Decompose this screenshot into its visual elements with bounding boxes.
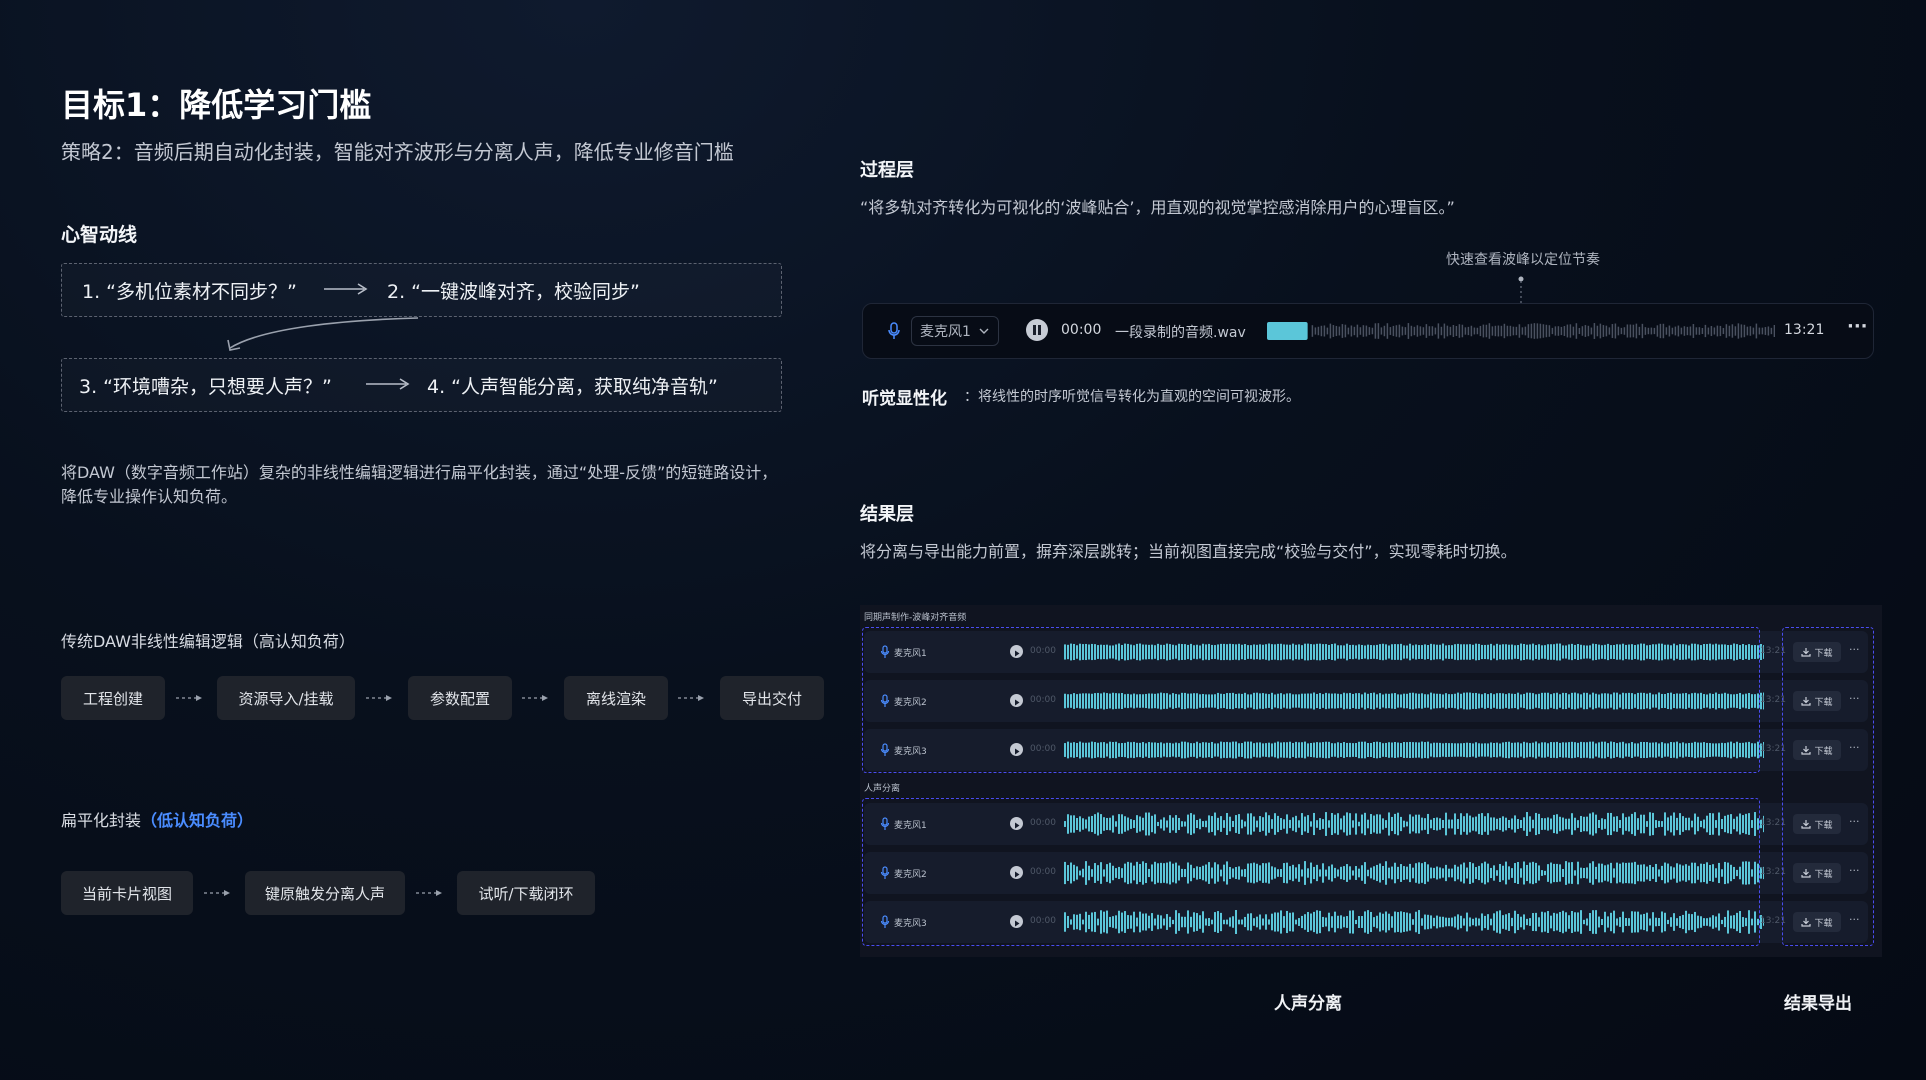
result-layer-desc: 将分离与导出能力前置，摒弃深层跳转；当前视图直接完成“校验与交付”，实现零耗时切…: [860, 542, 1517, 561]
player-filename: 一段录制的音频.wav: [1115, 325, 1246, 341]
flat-heading-text: 扁平化封装: [61, 811, 142, 830]
flat-step-2: 键原触发分离人声: [245, 871, 405, 915]
trad-step-1: 工程创建: [61, 676, 165, 720]
audio-visualization-label: 听觉显性化: [862, 389, 947, 409]
flow-arrow-2: [366, 378, 410, 390]
flat-arrow-1: [204, 890, 230, 896]
process-layer-heading: 过程层: [860, 160, 914, 181]
trad-step-5: 导出交付: [720, 676, 824, 720]
player-annotation: 快速查看波峰以定位节奏: [1446, 252, 1600, 268]
mic-select-value: 麦克风1: [920, 324, 971, 340]
mental-flow-heading: 心智动线: [61, 224, 138, 246]
trad-step-2: 资源导入/挂载: [217, 676, 355, 720]
separated-group-highlight: [862, 798, 1760, 946]
flat-step-3: 试听/下载闭环: [457, 871, 595, 915]
audio-visualization-desc: ：将线性的时序听觉信号转化为直观的空间可视波形。: [964, 389, 1300, 405]
mic-select[interactable]: 麦克风1: [911, 316, 999, 346]
tracks-panel: 同期声制作-波峰对齐音频 人声分离 麦克风1 00:00 13:21 下载 ··· 麦克风…: [860, 605, 1882, 957]
export-column-highlight: [1782, 627, 1874, 946]
microphone-icon: [888, 322, 900, 339]
separated-group-label: 人声分离: [864, 784, 901, 794]
flat-heading: 扁平化封装（低认知负荷）: [61, 807, 253, 831]
player-more-button[interactable]: ···: [1847, 316, 1868, 337]
aligned-group-highlight: [862, 627, 1760, 773]
trad-arrow-4: [678, 695, 704, 701]
result-layer-heading: 结果层: [860, 504, 914, 525]
audio-player: 麦克风1 00:00 一段录制的音频.wav 13:21 ···: [862, 303, 1874, 359]
trad-arrow-3: [522, 695, 548, 701]
separation-footer-label: 人声分离: [1274, 994, 1342, 1014]
process-layer-quote: “将多轨对齐转化为可视化的‘波峰贴合’，用直观的视觉掌控感消除用户的心理盲区。”: [860, 198, 1455, 217]
chevron-down-icon: [979, 328, 989, 334]
trad-arrow-2: [366, 695, 392, 701]
description-line-2: 降低专业操作认知负荷。: [61, 487, 238, 506]
page-title: 目标1：降低学习门槛: [61, 86, 372, 124]
flow-answer-2: 2. “一键波峰对齐，校验同步”: [387, 281, 640, 303]
flat-arrow-2: [416, 890, 442, 896]
player-current-time: 00:00: [1061, 322, 1102, 338]
pause-button[interactable]: [1026, 319, 1048, 341]
trad-step-4: 离线渲染: [564, 676, 668, 720]
flat-heading-highlight: （低认知负荷）: [141, 811, 254, 830]
description-line-1: 将DAW（数字音频工作站）复杂的非线性编辑逻辑进行扁平化封装，通过“处理-反馈”…: [61, 463, 778, 482]
export-footer-label: 结果导出: [1784, 994, 1852, 1014]
trad-step-3: 参数配置: [408, 676, 512, 720]
flow-arrow-1: [324, 283, 368, 295]
flow-curve-arrow: [227, 317, 419, 351]
flat-step-1: 当前卡片视图: [61, 871, 193, 915]
flow-question-1: 1. “多机位素材不同步？”: [82, 281, 297, 303]
aligned-group-label: 同期声制作-波峰对齐音频: [864, 613, 967, 623]
player-duration: 13:21: [1784, 322, 1825, 338]
player-waveform[interactable]: [1267, 320, 1775, 342]
traditional-heading: 传统DAW非线性编辑逻辑（高认知负荷）: [61, 632, 355, 651]
page-subtitle: 策略2：音频后期自动化封装，智能对齐波形与分离人声，降低专业修音门槛: [61, 140, 734, 164]
flow-question-3: 3. “环境嘈杂，只想要人声？”: [79, 376, 332, 398]
pause-icon: [1033, 325, 1041, 335]
trad-arrow-1: [176, 695, 202, 701]
flow-answer-4: 4. “人声智能分离，获取纯净音轨”: [427, 376, 718, 398]
